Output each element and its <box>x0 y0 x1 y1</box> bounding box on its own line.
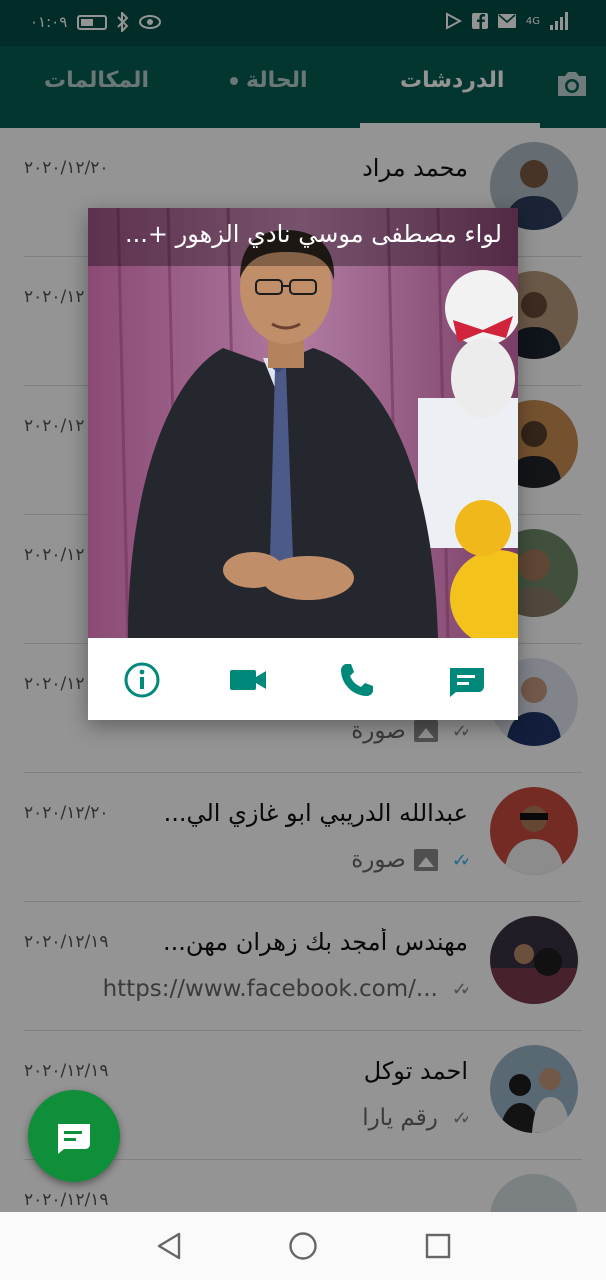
recents-icon[interactable] <box>424 1232 452 1260</box>
chat-date: ٢٠٢٠/١٢/٢٠ <box>24 158 109 178</box>
sent-ticks-icon: ✓✓ <box>451 1107 468 1129</box>
chat-preview-text: صورة <box>351 718 406 744</box>
chat-date: ٢٠٢٠/١٢/١٩ <box>24 1190 109 1210</box>
chat-name: محمد مراد <box>362 154 468 182</box>
sent-ticks-icon: ✓✓ <box>451 978 468 1000</box>
sent-ticks-icon: ✓✓ <box>451 720 468 742</box>
play-store-icon <box>445 12 462 30</box>
popup-actions <box>88 638 518 720</box>
chat-row[interactable]: عبدالله الدريبي ابو غازي الي... ٢٠٢٠/١٢/… <box>0 773 606 902</box>
chat-preview: ✓✓ صورة <box>351 718 468 744</box>
chat-name: مهندس أمجد بك زهران مهن... <box>163 928 468 956</box>
chat-preview: ✓✓ https://www.facebook.com/... <box>103 976 468 1002</box>
signal-icon <box>550 12 568 30</box>
photo-icon <box>413 849 438 871</box>
tab-calls[interactable]: المكالمات <box>44 68 149 93</box>
chat-name: احمد توكل <box>363 1057 468 1085</box>
contact-name-bar: لواء مصطفى موسي نادي الزهور +... <box>88 208 518 266</box>
tab-chats[interactable]: الدردشات <box>400 68 504 93</box>
chat-date: ٢٠٢٠/١٢ <box>24 545 85 565</box>
back-icon[interactable] <box>155 1231 183 1261</box>
clock: ٠١:٠٩ <box>30 13 68 31</box>
eye-icon <box>139 15 162 29</box>
phone-icon[interactable] <box>335 658 379 702</box>
avatar <box>490 916 578 1004</box>
new-chat-icon <box>58 1124 90 1154</box>
chat-preview: ✓✓ رقم يارا <box>362 1105 468 1131</box>
info-icon[interactable] <box>120 658 164 702</box>
chat-date: ٢٠٢٠/١٢/١٩ <box>24 1061 109 1081</box>
tab-status[interactable]: الحالة <box>230 68 308 93</box>
camera-icon[interactable] <box>555 70 589 98</box>
avatar <box>490 1045 578 1133</box>
chat-preview-text: صورة <box>351 847 406 873</box>
read-ticks-icon: ✓✓ <box>451 849 468 871</box>
video-call-icon[interactable] <box>226 658 270 702</box>
chat-preview-text: رقم يارا <box>362 1105 438 1131</box>
navigation-bar <box>0 1212 606 1280</box>
home-icon[interactable] <box>288 1231 318 1261</box>
status-bar: ٠١:٠٩ 4G <box>0 0 606 46</box>
contact-name: لواء مصطفى موسي نادي الزهور +... <box>124 220 502 248</box>
tab-status-label: الحالة <box>246 68 308 93</box>
chat-row[interactable]: مهندس أمجد بك زهران مهن... ٢٠٢٠/١٢/١٩ ✓✓… <box>0 902 606 1031</box>
chat-date: ٢٠٢٠/١٢ <box>24 674 85 694</box>
chat-preview-text: https://www.facebook.com/... <box>102 976 438 1002</box>
network-type: 4G <box>525 15 540 27</box>
chat-date: ٢٠٢٠/١٢/١٩ <box>24 932 109 952</box>
chat-date: ٢٠٢٠/١٢ <box>24 416 85 436</box>
battery-icon <box>77 14 108 30</box>
status-right: 4G <box>444 12 568 30</box>
avatar <box>490 787 578 875</box>
chat-name: عبدالله الدريبي ابو غازي الي... <box>163 799 468 827</box>
message-icon[interactable] <box>445 658 489 702</box>
app-header: الدردشات الحالة المكالمات <box>0 46 606 128</box>
chat-preview: ✓✓ صورة <box>351 847 468 873</box>
avatar <box>490 1174 578 1212</box>
chat-date: ٢٠٢٠/١٢ <box>24 287 85 307</box>
status-update-dot <box>230 77 238 85</box>
status-left: ٠١:٠٩ <box>30 12 162 32</box>
new-chat-button[interactable] <box>28 1090 120 1182</box>
chat-date: ٢٠٢٠/١٢/٢٠ <box>24 803 109 823</box>
contact-popup: لواء مصطفى موسي نادي الزهور +... <box>88 208 518 720</box>
facebook-icon <box>471 13 488 29</box>
bluetooth-icon <box>117 12 129 32</box>
photo-icon <box>413 720 438 742</box>
contact-photo[interactable]: لواء مصطفى موسي نادي الزهور +... <box>88 208 518 638</box>
mail-icon <box>497 14 516 28</box>
